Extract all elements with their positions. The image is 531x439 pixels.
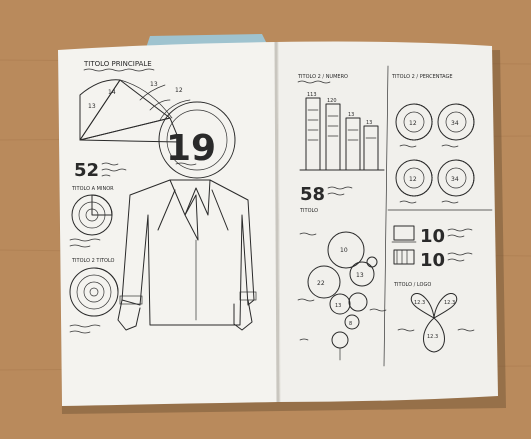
svg-text:TITOLO A MINOR: TITOLO A MINOR [71,186,114,192]
svg-text:12.3: 12.3 [427,334,438,340]
svg-text:14: 14 [108,89,116,96]
svg-text:TITOLO 2 TITOLO: TITOLO 2 TITOLO [71,258,115,264]
svg-text:10: 10 [340,247,348,254]
svg-text:113: 113 [307,92,317,98]
svg-text:13: 13 [88,103,96,110]
svg-text:19: 19 [166,128,216,169]
svg-text:8: 8 [349,321,352,327]
notebook-photo: TITOLO PRINCIPALE 13 12 13 14 19 52 TITO… [0,0,531,439]
svg-text:22: 22 [317,280,325,287]
svg-text:12: 12 [409,176,417,183]
svg-text:13: 13 [335,303,341,309]
svg-text:TITOLO 2 / NUMERO: TITOLO 2 / NUMERO [297,74,348,80]
svg-text:13: 13 [150,81,158,88]
svg-text:58: 58 [300,184,325,205]
svg-text:10: 10 [420,226,445,247]
svg-text:10: 10 [420,250,445,271]
svg-text:12: 12 [409,120,417,127]
svg-text:52: 52 [74,160,99,181]
svg-text:34: 34 [451,120,459,127]
svg-text:12.3: 12.3 [444,300,455,306]
svg-text:13: 13 [366,120,372,126]
svg-text:12.3: 12.3 [414,300,425,306]
svg-text:TITOLO: TITOLO [299,208,318,214]
svg-text:120: 120 [327,98,337,104]
svg-text:13: 13 [356,272,364,279]
svg-text:TITOLO 2 / PERCENTAGE: TITOLO 2 / PERCENTAGE [391,74,453,80]
svg-text:13: 13 [348,112,354,118]
svg-text:12: 12 [175,87,183,94]
svg-text:34: 34 [451,176,459,183]
left-page [58,42,278,406]
svg-text:TITOLO PRINCIPALE: TITOLO PRINCIPALE [83,60,152,68]
svg-text:TITOLO / LOGO: TITOLO / LOGO [393,282,431,288]
